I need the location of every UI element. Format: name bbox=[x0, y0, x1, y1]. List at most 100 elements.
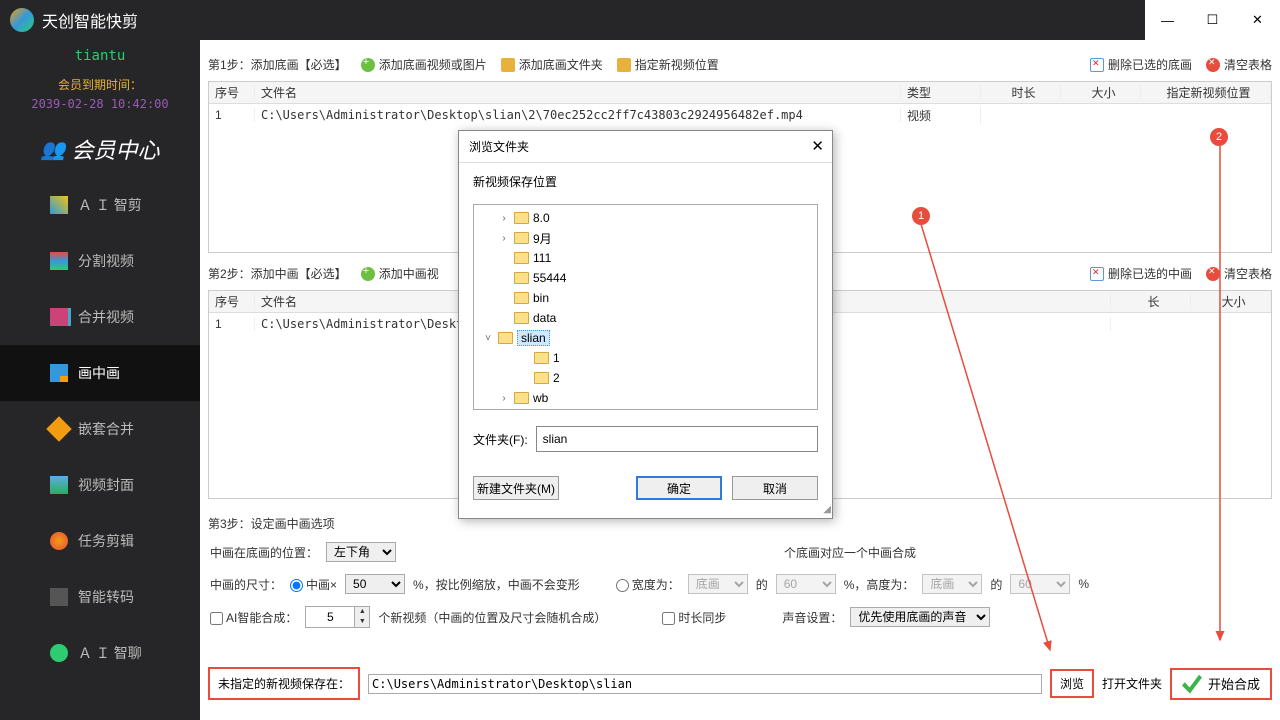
col-duration: 长 bbox=[1111, 293, 1191, 310]
add-base-folder-button[interactable]: 添加底画文件夹 bbox=[501, 56, 603, 73]
tree-item[interactable]: ˅slian bbox=[474, 328, 817, 348]
start-compose-button[interactable]: 开始合成 bbox=[1170, 668, 1272, 700]
folder-icon bbox=[534, 352, 549, 364]
col-index: 序号 bbox=[209, 293, 255, 310]
clear-base-table-button[interactable]: 清空表格 bbox=[1206, 56, 1272, 73]
dialog-ok-button[interactable]: 确定 bbox=[636, 476, 722, 500]
add-overlay-video-button[interactable]: 添加中画视 bbox=[361, 265, 439, 282]
delete-selected-overlay-button[interactable]: 删除已选的中画 bbox=[1090, 265, 1192, 282]
width-pct-select[interactable]: 60 bbox=[776, 574, 836, 594]
sidebar-username: tiantu bbox=[0, 40, 200, 72]
sidebar-item-cover[interactable]: 视频封面 bbox=[0, 457, 200, 513]
tree-item[interactable]: data bbox=[474, 308, 817, 328]
save-path-label: 未指定的新视频保存在： bbox=[208, 667, 360, 700]
dialog-cancel-button[interactable]: 取消 bbox=[732, 476, 818, 500]
clear-icon bbox=[1206, 267, 1220, 281]
sidebar-item-split[interactable]: 分割视频 bbox=[0, 233, 200, 289]
folder-icon bbox=[498, 332, 513, 344]
size-ratio-suffix: %，按比例缩放，中画不会变形 bbox=[413, 576, 580, 593]
step1-label: 第1步：添加底画【必选】 bbox=[208, 56, 347, 73]
pip-size-label: 中画的尺寸： bbox=[210, 576, 282, 593]
plus-icon bbox=[361, 58, 375, 72]
save-path-input[interactable] bbox=[368, 674, 1042, 694]
plus-icon bbox=[361, 267, 375, 281]
clear-icon bbox=[1206, 58, 1220, 72]
sidebar-item-pip[interactable]: 画中画 bbox=[0, 345, 200, 401]
dialog-close-button[interactable]: ✕ bbox=[811, 137, 824, 155]
sidebar-item-nest[interactable]: 嵌套合并 bbox=[0, 401, 200, 457]
folder-icon bbox=[501, 58, 515, 72]
sidebar-item-ai-chat[interactable]: Ａ Ｉ 智聊 bbox=[0, 625, 200, 681]
browse-folder-dialog: 浏览文件夹 ✕ 新视频保存位置 ›8.0›9月11155444bindata˅s… bbox=[458, 130, 833, 519]
width-base-select[interactable]: 底画 bbox=[688, 574, 748, 594]
folder-icon bbox=[514, 312, 529, 324]
spinner-down-icon[interactable]: ▼ bbox=[355, 617, 369, 627]
window-maximize-button[interactable]: ☐ bbox=[1190, 0, 1235, 40]
add-base-video-button[interactable]: 添加底画视频或图片 bbox=[361, 56, 487, 73]
folder-name-input[interactable] bbox=[536, 426, 818, 452]
window-minimize-button[interactable]: — bbox=[1145, 0, 1190, 40]
folder-icon bbox=[514, 292, 529, 304]
tree-item[interactable]: ›wb bbox=[474, 388, 817, 408]
folder-tree[interactable]: ›8.0›9月11155444bindata˅slian12›wb bbox=[473, 204, 818, 410]
new-folder-button[interactable]: 新建文件夹(M) bbox=[473, 476, 559, 500]
map-note: 个底画对应一个中画合成 bbox=[784, 544, 916, 561]
sidebar: tiantu 会员到期时间： 2039-02-28 10:42:00 👥会员中心… bbox=[0, 40, 200, 720]
height-pct-select[interactable]: 60 bbox=[1010, 574, 1070, 594]
tree-item[interactable]: ›8.0 bbox=[474, 208, 817, 228]
check-icon bbox=[1182, 674, 1202, 694]
app-logo-icon bbox=[10, 8, 34, 32]
tree-item[interactable]: 2 bbox=[474, 368, 817, 388]
table-row[interactable]: 1 C:\Users\Administrator\Desktop\slian\2… bbox=[209, 104, 1271, 126]
clear-overlay-table-button[interactable]: 清空表格 bbox=[1206, 265, 1272, 282]
ai-compose-checkbox[interactable]: AI智能合成： bbox=[210, 609, 297, 626]
duration-sync-checkbox[interactable]: 时长同步 bbox=[662, 609, 726, 626]
sound-select[interactable]: 优先使用底画的声音 bbox=[850, 607, 990, 627]
size-ratio-select[interactable]: 50 bbox=[345, 574, 405, 594]
col-duration: 时长 bbox=[981, 84, 1061, 101]
folder-icon bbox=[534, 372, 549, 384]
sidebar-expire-label: 会员到期时间： bbox=[0, 72, 200, 97]
sound-label: 声音设置： bbox=[782, 609, 842, 626]
folder-icon bbox=[514, 252, 529, 264]
tree-item[interactable]: ›9月 bbox=[474, 228, 817, 248]
set-new-video-pos-button[interactable]: 指定新视频位置 bbox=[617, 56, 719, 73]
step2-label: 第2步：添加中画【必选】 bbox=[208, 265, 347, 282]
dialog-title: 浏览文件夹 bbox=[469, 138, 529, 155]
annotation-badge-2: 2 bbox=[1210, 128, 1228, 146]
sidebar-item-merge[interactable]: 合并视频 bbox=[0, 289, 200, 345]
delete-selected-base-button[interactable]: 删除已选的底画 bbox=[1090, 56, 1192, 73]
sidebar-item-transcode[interactable]: 智能转码 bbox=[0, 569, 200, 625]
sidebar-item-task[interactable]: 任务剪辑 bbox=[0, 513, 200, 569]
size-width-radio[interactable]: 宽度为： bbox=[616, 576, 680, 593]
col-type: 类型 bbox=[901, 84, 981, 101]
size-ratio-radio[interactable]: 中画× bbox=[290, 576, 337, 593]
sidebar-expire-date: 2039-02-28 10:42:00 bbox=[0, 97, 200, 121]
spinner-up-icon[interactable]: ▲ bbox=[355, 607, 369, 617]
pip-position-select[interactable]: 左下角 bbox=[326, 542, 396, 562]
col-filename: 文件名 bbox=[255, 84, 901, 101]
ai-count-spinner[interactable]: ▲▼ bbox=[305, 606, 370, 628]
folder-icon bbox=[514, 212, 529, 224]
tree-item[interactable]: bin bbox=[474, 288, 817, 308]
window-close-button[interactable]: ✕ bbox=[1235, 0, 1280, 40]
sidebar-member-center[interactable]: 👥会员中心 bbox=[0, 121, 200, 177]
tree-item[interactable]: 1 bbox=[474, 348, 817, 368]
folder-icon bbox=[514, 232, 529, 244]
ai-tail: 个新视频（中画的位置及尺寸会随机合成） bbox=[378, 609, 606, 626]
height-base-select[interactable]: 底画 bbox=[922, 574, 982, 594]
browse-button[interactable]: 浏览 bbox=[1050, 669, 1094, 698]
col-index: 序号 bbox=[209, 84, 255, 101]
tree-item[interactable]: 111 bbox=[474, 248, 817, 268]
sidebar-item-ai-cut[interactable]: Ａ Ｉ 智剪 bbox=[0, 177, 200, 233]
tree-item[interactable]: 55444 bbox=[474, 268, 817, 288]
pip-position-label: 中画在底画的位置： bbox=[210, 544, 318, 561]
app-title: 天创智能快剪 bbox=[42, 8, 138, 32]
folder-icon bbox=[514, 272, 529, 284]
folder-field-label: 文件夹(F): bbox=[473, 431, 528, 448]
resize-grip-icon[interactable]: ◢ bbox=[823, 504, 829, 515]
open-folder-button[interactable]: 打开文件夹 bbox=[1102, 675, 1162, 692]
dialog-subtitle: 新视频保存位置 bbox=[473, 173, 818, 190]
col-newpos: 指定新视频位置 bbox=[1141, 84, 1271, 101]
annotation-badge-1: 1 bbox=[912, 207, 930, 225]
